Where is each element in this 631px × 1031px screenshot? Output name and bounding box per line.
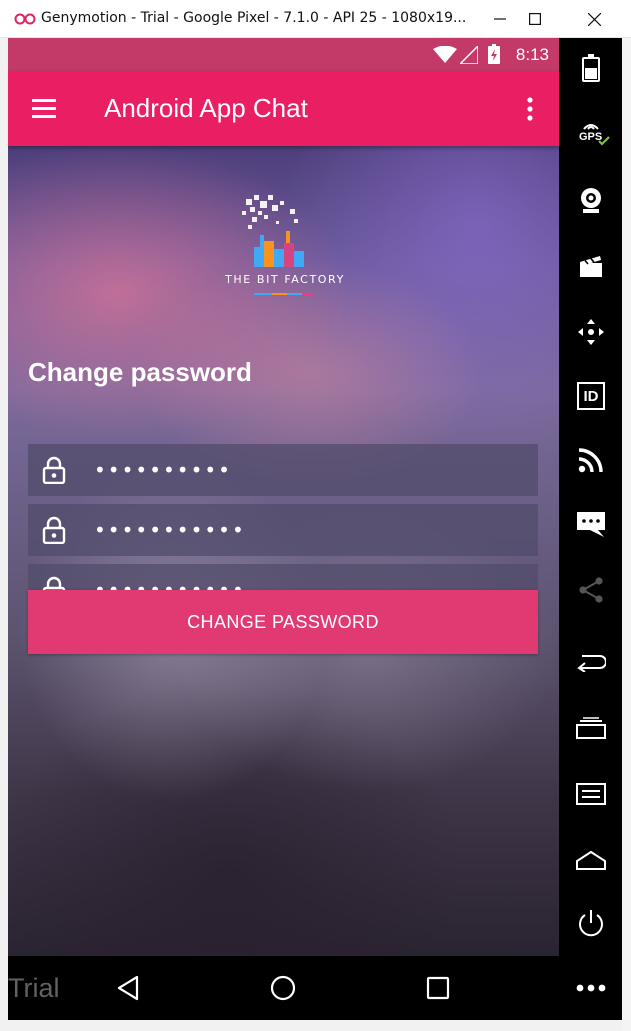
home-circle-icon <box>270 975 296 1001</box>
power-icon <box>579 910 603 937</box>
cell-signal-icon <box>460 46 478 64</box>
message-icon <box>577 512 605 537</box>
gps-signal-icon <box>583 124 599 130</box>
lock-icon <box>42 456 66 484</box>
id-icon: ID <box>577 382 605 410</box>
logo-underline <box>254 293 314 295</box>
clapperboard-icon <box>580 256 602 277</box>
close-button[interactable] <box>568 0 620 38</box>
id-icon-label: ID <box>583 387 599 405</box>
gps-icon: GPS <box>569 114 613 154</box>
menu-widget-button[interactable] <box>569 774 613 814</box>
overflow-menu-icon[interactable] <box>516 95 544 123</box>
change-password-button[interactable]: CHANGE PASSWORD <box>28 590 538 654</box>
android-back-widget-button[interactable] <box>569 642 613 682</box>
hamburger-menu-icon[interactable] <box>28 95 60 123</box>
home-button[interactable] <box>265 972 301 1004</box>
more-widget-button[interactable] <box>569 968 613 1008</box>
app-title: Android App Chat <box>104 93 308 123</box>
home-house-icon <box>576 850 606 870</box>
window-titlebar: Genymotion - Trial - Google Pixel - 7.1.… <box>0 0 631 38</box>
device-id-widget-button[interactable]: ID <box>569 376 613 416</box>
wifi-icon <box>433 46 457 63</box>
change-password-screen: THE BIT FACTORY Change password ••••••••… <box>8 146 559 956</box>
logo-text: THE BIT FACTORY <box>225 273 345 286</box>
battery-widget-button[interactable] <box>569 48 613 88</box>
check-icon <box>598 136 610 146</box>
status-time: 8:13 <box>515 45 549 64</box>
webcam-widget-button[interactable] <box>569 180 613 220</box>
current-password-value: •••••••••• <box>94 458 232 482</box>
back-triangle-icon <box>117 975 139 1001</box>
new-password-field[interactable]: ••••••••••• <box>28 504 538 556</box>
current-password-field[interactable]: •••••••••• <box>28 444 538 496</box>
more-dots-icon <box>576 984 606 992</box>
webcam-icon <box>581 188 601 213</box>
maximize-icon <box>529 13 541 25</box>
window-title: Genymotion - Trial - Google Pixel - 7.1.… <box>41 10 467 26</box>
trial-watermark: Trial <box>8 973 60 1003</box>
rss-signal-icon <box>578 448 603 473</box>
maximize-button[interactable] <box>509 0 561 38</box>
close-icon <box>587 12 601 26</box>
desktop-background-right <box>622 38 631 1031</box>
genymotion-toolbar: GPS ID <box>559 38 622 1020</box>
dpad-widget-button[interactable] <box>569 312 613 352</box>
recent-apps-icon <box>576 717 606 739</box>
recents-square-icon <box>426 976 450 1000</box>
capture-widget-button[interactable] <box>569 246 613 286</box>
gps-widget-button[interactable]: GPS <box>569 114 613 154</box>
power-widget-button[interactable] <box>569 904 613 944</box>
menu-lines-icon <box>576 783 606 805</box>
desktop-background-left <box>0 38 8 1031</box>
battery-charging-icon <box>488 44 500 64</box>
genymotion-app-icon <box>14 13 36 25</box>
change-password-button-label: CHANGE PASSWORD <box>187 611 379 632</box>
app-toolbar: Android App Chat <box>8 71 559 146</box>
minimize-icon <box>494 18 506 20</box>
share-icon <box>579 577 603 603</box>
recents-button[interactable] <box>420 972 456 1004</box>
share-widget-button[interactable] <box>569 570 613 610</box>
home-widget-button[interactable] <box>569 840 613 880</box>
sms-widget-button[interactable] <box>569 504 613 544</box>
device-screen: 8:13 Android App Chat THE BIT FACTORY Ch… <box>8 38 559 1020</box>
battery-icon <box>582 54 600 82</box>
dpad-icon <box>578 319 604 345</box>
back-button[interactable] <box>110 972 146 1004</box>
recent-apps-widget-button[interactable] <box>569 708 613 748</box>
cast-widget-button[interactable] <box>569 440 613 480</box>
window-bottom-border <box>8 1020 622 1031</box>
status-bar: 8:13 <box>8 38 559 71</box>
android-nav-bar <box>8 956 559 1020</box>
new-password-value: ••••••••••• <box>94 518 246 542</box>
lock-icon <box>42 516 66 544</box>
page-title: Change password <box>28 357 252 387</box>
return-arrow-icon <box>577 655 606 672</box>
